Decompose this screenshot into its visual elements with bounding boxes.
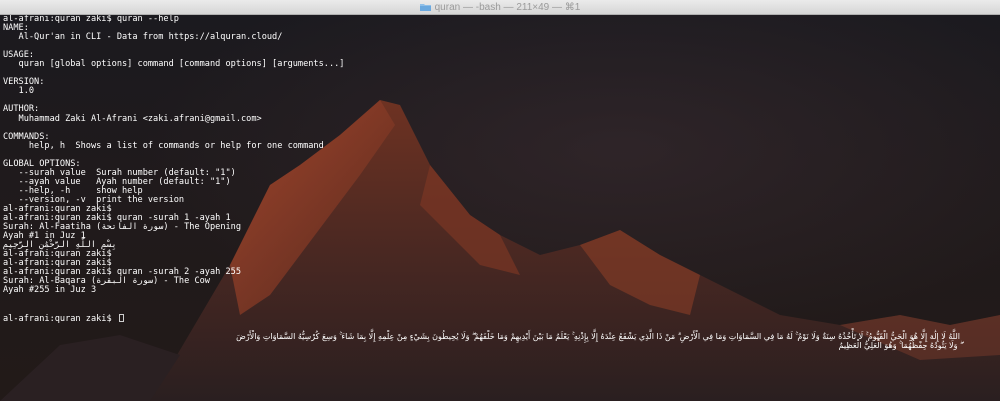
folder-icon — [419, 3, 431, 11]
terminal-line: Muhammad Zaki Al-Afrani <zaki.afrani@gma… — [3, 113, 262, 124]
terminal-line: 1.0 — [3, 86, 35, 97]
window-title: quran — -bash — 211×49 — ⌘1 — [434, 1, 581, 13]
block-cursor-icon — [118, 313, 124, 322]
terminal-content[interactable]: al-afrani:quran zaki$ quran --help NAME: … — [0, 15, 1000, 401]
title-bar[interactable]: quran — -bash — 211×49 — ⌘1 — [0, 0, 1000, 15]
terminal-output: al-afrani:quran zaki$ quran --help NAME: … — [3, 15, 344, 323]
terminal-line: VERSION: — [3, 77, 45, 88]
terminal-window: quran — -bash — 211×49 — ⌘1 al-afrani:qu… — [0, 0, 1000, 401]
ayah-text-line-2: ۖ وَلَا يَئُودُهُ حِفْظُهُمَا ۚ وَهُوَ ا… — [838, 341, 960, 350]
terminal-line: al-afrani:quran zaki$ — [3, 313, 344, 323]
terminal-line: quran [global options] command [command … — [3, 59, 345, 70]
terminal-line: Al-Qur'an in CLI - Data from https://alq… — [3, 32, 283, 43]
terminal-line: al-afrani:quran zaki$ quran --help — [3, 15, 179, 24]
terminal-line: help, h Shows a list of commands or help… — [3, 140, 324, 151]
terminal-line: Ayah #255 in Juz 3 — [3, 285, 97, 296]
